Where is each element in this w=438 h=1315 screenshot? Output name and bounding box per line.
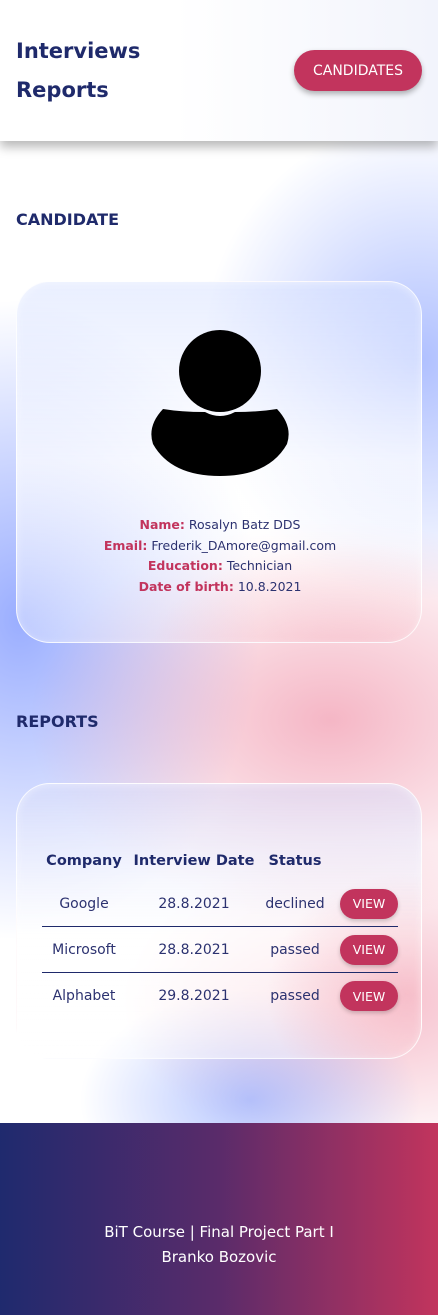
footer-course-line: BiT Course | Final Project Part I	[104, 1223, 334, 1241]
action-cell: VIEW	[328, 981, 398, 1011]
brand-line-1: Interviews	[16, 39, 141, 63]
action-cell: VIEW	[328, 888, 398, 919]
column-header-date: Interview Date	[133, 853, 255, 869]
company-cell: Alphabet	[52, 988, 116, 1004]
dob-value: 10.8.2021	[237, 578, 302, 594]
name-label: Name:	[139, 517, 185, 532]
user-silhouette-icon	[151, 330, 289, 476]
table-header: Company Interview Date Status	[42, 848, 398, 874]
date-cell: 28.8.2021	[158, 895, 230, 912]
view-report-button[interactable]: VIEW	[340, 888, 398, 919]
email-value: Frederik_DAmore@gmail.com	[151, 537, 337, 553]
candidate-section-title: CANDIDATE	[16, 210, 120, 229]
view-report-button[interactable]: VIEW	[340, 934, 398, 965]
reports-table: Company Interview Date Status Google 28.…	[42, 848, 398, 1019]
table-row: Google 28.8.2021 declined VIEW	[42, 881, 398, 927]
status-cell: declined	[265, 895, 325, 912]
candidate-education-row: Education: Technician	[17, 556, 423, 577]
action-cell: VIEW	[328, 934, 398, 965]
brand-line-2: Reports	[16, 78, 109, 102]
date-cell: 28.8.2021	[158, 941, 230, 958]
candidate-email-row: Email: Frederik_DAmore@gmail.com	[17, 536, 423, 557]
company-cell: Google	[59, 895, 109, 912]
table-row: Microsoft 28.8.2021 passed VIEW	[42, 927, 398, 973]
view-report-button[interactable]: VIEW	[340, 981, 398, 1011]
dob-label: Date of birth:	[138, 578, 234, 594]
status-cell: passed	[270, 988, 320, 1004]
candidate-info: Name: Rosalyn Batz DDS Email: Frederik_D…	[17, 515, 423, 597]
reports-card: Company Interview Date Status Google 28.…	[16, 783, 422, 1059]
company-cell: Microsoft	[52, 941, 116, 958]
candidates-nav-button[interactable]: CANDIDATES	[294, 50, 422, 91]
education-label: Education:	[147, 558, 223, 573]
page-footer: BiT Course | Final Project Part I Branko…	[0, 1123, 438, 1315]
date-cell: 29.8.2021	[158, 988, 230, 1004]
education-value: Technician	[226, 558, 293, 573]
footer-author-line: Branko Bozovic	[161, 1248, 277, 1266]
name-value: Rosalyn Batz DDS	[188, 517, 301, 532]
status-cell: passed	[270, 941, 320, 958]
candidate-name-row: Name: Rosalyn Batz DDS	[17, 515, 423, 536]
footer-text: BiT Course | Final Project Part I Branko…	[0, 1220, 438, 1270]
app-header: Interviews Reports CANDIDATES	[0, 0, 438, 141]
reports-section-title: REPORTS	[16, 712, 99, 731]
column-header-status: Status	[268, 853, 322, 869]
app-logo[interactable]: Interviews Reports	[16, 32, 176, 110]
candidate-dob-row: Date of birth: 10.8.2021	[17, 577, 423, 598]
candidate-card: Name: Rosalyn Batz DDS Email: Frederik_D…	[16, 281, 422, 643]
column-header-company: Company	[46, 853, 122, 869]
table-row: Alphabet 29.8.2021 passed VIEW	[42, 973, 398, 1019]
email-label: Email:	[103, 537, 148, 553]
